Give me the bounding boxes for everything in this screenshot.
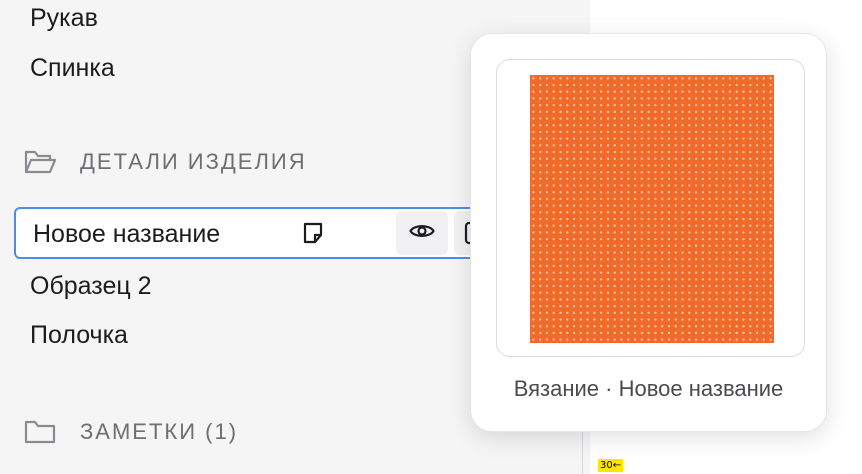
preview-caption: Вязание · Новое название (513, 376, 784, 401)
section-header-notes[interactable]: ЗАМЕТКИ (1) (24, 418, 238, 446)
debug-tag: 30← (598, 459, 624, 472)
preview-button[interactable] (396, 211, 448, 255)
section-header-details[interactable]: ДЕТАЛИ ИЗДЕЛИЯ (24, 148, 307, 176)
preview-frame (496, 59, 805, 357)
sidebar-item-sleeve[interactable]: Рукав (30, 2, 98, 34)
sidebar-item-sample-2[interactable]: Образец 2 (30, 270, 152, 302)
knit-swatch-preview (530, 75, 774, 343)
folder-icon (24, 418, 56, 446)
selected-item-label: Новое название (33, 220, 221, 248)
eye-icon (409, 222, 435, 245)
sidebar-item-back[interactable]: Спинка (30, 52, 115, 84)
sidebar-item-front[interactable]: Полочка (30, 319, 128, 351)
preview-popover: Вязание · Новое название (470, 33, 827, 432)
section-label-notes: ЗАМЕТКИ (1) (80, 419, 239, 444)
sidebar-item-selected[interactable]: Новое название (14, 207, 494, 259)
sticky-note-icon[interactable] (301, 221, 325, 250)
folder-open-icon (24, 148, 56, 176)
section-label-details: ДЕТАЛИ ИЗДЕЛИЯ (80, 149, 307, 174)
